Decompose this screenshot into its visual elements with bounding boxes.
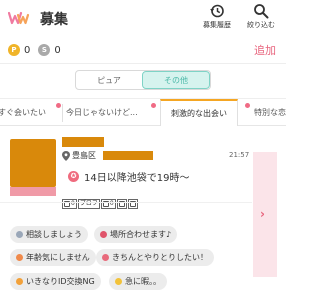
divider bbox=[0, 202, 252, 203]
location-pin-icon bbox=[62, 151, 70, 161]
phone-icon bbox=[16, 278, 23, 285]
tab-new-dot bbox=[56, 103, 61, 108]
post-time: 21:57 bbox=[229, 151, 250, 159]
tag-chip: きちんとやりとりしたい！ bbox=[96, 249, 214, 266]
profile-badges: 0 プロフ 0 bbox=[62, 199, 139, 209]
search-icon bbox=[254, 4, 269, 19]
tag-chip: 場所合わせます♪ bbox=[94, 226, 178, 243]
segment-pure[interactable]: ピュア bbox=[76, 71, 142, 89]
tab-not-today[interactable]: 今日じゃないけど... bbox=[66, 99, 138, 126]
post-area: 豊島区 bbox=[72, 151, 96, 160]
id-verified-badge bbox=[116, 199, 127, 209]
tag-chip: いきなりID交換NG bbox=[10, 273, 101, 290]
tab-meet-soon[interactable]: すぐ会いたい bbox=[0, 99, 46, 126]
star-icon: ✪ bbox=[68, 171, 79, 182]
history-icon bbox=[210, 4, 224, 18]
profile-badge: プロフ bbox=[77, 199, 100, 209]
speech-bubble-icon bbox=[16, 231, 23, 238]
tag-chip: 急に暇。。 bbox=[109, 273, 167, 290]
s-point-value: 0 bbox=[54, 44, 61, 56]
chevron-right-icon: › bbox=[260, 207, 265, 221]
page-title: 募集 bbox=[40, 12, 68, 28]
image-count-badge: 0 bbox=[100, 199, 116, 209]
tab-divider bbox=[62, 104, 63, 122]
age-redacted bbox=[103, 151, 153, 160]
s-point-icon: S bbox=[38, 44, 51, 56]
smile-icon bbox=[115, 278, 122, 285]
tab-special-love[interactable]: 特別な恋 bbox=[254, 99, 286, 126]
tab-exciting-encounter[interactable]: 刺激的な出会い bbox=[160, 99, 238, 126]
segment-other[interactable]: その他 bbox=[142, 71, 210, 89]
ww-logo-icon bbox=[8, 11, 30, 25]
add-points-link[interactable]: 追加 bbox=[254, 42, 276, 58]
tab-new-dot bbox=[151, 103, 156, 108]
envelope-icon bbox=[102, 254, 109, 261]
avatar-caption bbox=[10, 187, 56, 196]
tab-bar: すぐ会いたい 今日じゃないけど... 刺激的な出会い 特別な恋 bbox=[0, 98, 286, 126]
post-message: 14日以降池袋で19時〜 bbox=[84, 173, 190, 184]
app-header: 募集 募集履歴 絞り込む bbox=[0, 0, 286, 36]
cake-icon bbox=[16, 254, 23, 261]
p-point-value: 0 bbox=[24, 44, 31, 56]
divider bbox=[0, 63, 286, 64]
filter-label: 絞り込む bbox=[247, 21, 275, 29]
category-segment: ピュア その他 bbox=[75, 70, 211, 90]
filter-button[interactable]: 絞り込む bbox=[240, 3, 282, 30]
tab-new-dot bbox=[245, 103, 250, 108]
tag-chip: 相談しましょう bbox=[10, 226, 88, 243]
photo-count-badge: 0 bbox=[62, 199, 77, 209]
history-button[interactable]: 募集履歴 bbox=[198, 3, 236, 30]
username-redacted bbox=[62, 137, 104, 147]
location-pin-icon bbox=[100, 231, 107, 238]
tag-chip: 年齢気にしません bbox=[10, 249, 96, 266]
open-post-button[interactable]: › bbox=[253, 152, 277, 277]
age-verified-badge bbox=[127, 199, 138, 209]
history-label: 募集履歴 bbox=[203, 21, 231, 29]
p-point-icon: P bbox=[8, 44, 20, 56]
points-row: P 0 S 0 bbox=[8, 43, 69, 57]
avatar[interactable] bbox=[10, 139, 56, 187]
